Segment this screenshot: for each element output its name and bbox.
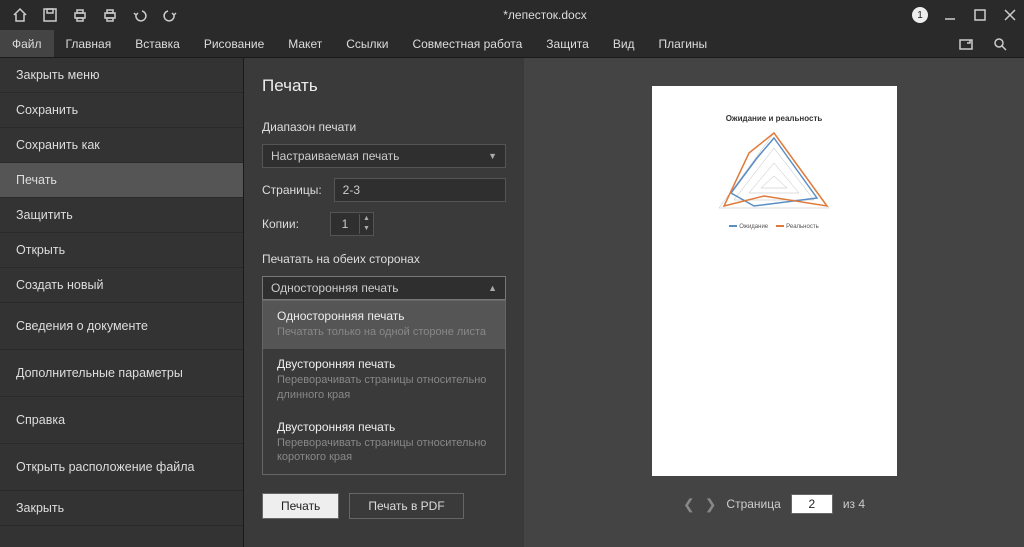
option-title: Двусторонняя печать	[277, 357, 491, 371]
next-page-icon[interactable]: ❯	[705, 496, 717, 513]
quick-access-toolbar	[6, 7, 178, 23]
pages-label: Страницы:	[262, 183, 322, 197]
sidebar-item-open[interactable]: Открыть	[0, 233, 243, 268]
save-icon[interactable]	[42, 7, 58, 23]
prev-page-icon[interactable]: ❮	[683, 496, 695, 513]
spinner-down-icon[interactable]: ▼	[360, 224, 373, 234]
sides-select[interactable]: Односторонняя печать ▲	[262, 276, 506, 300]
chart-legend: Ожидание Реальность	[652, 224, 897, 230]
page-navigator: ❮ ❯ Страница из 4	[683, 494, 865, 514]
chart-title: Ожидание и реальность	[652, 114, 897, 123]
sidebar-item-help[interactable]: Справка	[0, 397, 243, 444]
sidebar-item-close-menu[interactable]: Закрыть меню	[0, 58, 243, 93]
print-range-select[interactable]: Настраиваемая печать ▼	[262, 144, 506, 168]
sidebar-item-open-location[interactable]: Открыть расположение файла	[0, 444, 243, 491]
sidebar-item-save[interactable]: Сохранить	[0, 93, 243, 128]
window-controls: 1	[912, 7, 1018, 23]
tab-plugins[interactable]: Плагины	[647, 30, 720, 57]
pages-input[interactable]	[334, 178, 506, 202]
tab-file[interactable]: Файл	[0, 30, 54, 57]
menu-tabs: Файл Главная Вставка Рисование Макет Ссы…	[0, 30, 1024, 58]
spinner-up-icon[interactable]: ▲	[360, 214, 373, 224]
page-total: из 4	[843, 497, 865, 511]
quick-print-icon[interactable]	[102, 7, 118, 23]
document-title: *лепесток.docx	[178, 8, 912, 22]
tab-protect[interactable]: Защита	[534, 30, 601, 57]
preview-page: Ожидание и реальность Ожидание Реальност…	[652, 86, 897, 476]
print-range-value: Настраиваемая печать	[271, 149, 399, 163]
sidebar-item-save-as[interactable]: Сохранить как	[0, 128, 243, 163]
search-icon[interactable]	[992, 36, 1008, 52]
legend-item-2: Реальность	[776, 224, 819, 230]
option-subtitle: Переворачивать страницы относительно кор…	[277, 436, 491, 465]
sidebar-item-advanced[interactable]: Дополнительные параметры	[0, 350, 243, 397]
chevron-down-icon: ▼	[488, 151, 497, 161]
option-subtitle: Печатать только на одной стороне листа	[277, 325, 491, 339]
page-number-input[interactable]	[791, 494, 833, 514]
option-title: Односторонняя печать	[277, 309, 491, 323]
undo-icon[interactable]	[132, 7, 148, 23]
sidebar-item-close[interactable]: Закрыть	[0, 491, 243, 526]
file-menu-sidebar: Закрыть меню Сохранить Сохранить как Печ…	[0, 58, 244, 547]
close-icon[interactable]	[1002, 7, 1018, 23]
chevron-up-icon: ▲	[488, 283, 497, 293]
tab-view[interactable]: Вид	[601, 30, 647, 57]
option-title: Двусторонняя печать	[277, 420, 491, 434]
print-heading: Печать	[262, 76, 506, 96]
tab-references[interactable]: Ссылки	[334, 30, 400, 57]
minimize-icon[interactable]	[942, 7, 958, 23]
tab-collaboration[interactable]: Совместная работа	[400, 30, 534, 57]
sidebar-item-protect[interactable]: Защитить	[0, 198, 243, 233]
sides-value: Односторонняя печать	[271, 281, 399, 295]
print-preview: Ожидание и реальность Ожидание Реальност…	[524, 58, 1024, 547]
copies-input[interactable]	[331, 217, 359, 231]
sides-option-single[interactable]: Односторонняя печать Печатать только на …	[263, 301, 505, 349]
sidebar-item-print[interactable]: Печать	[0, 163, 243, 198]
sides-label: Печатать на обеих сторонах	[262, 252, 506, 266]
sidebar-item-info[interactable]: Сведения о документе	[0, 303, 243, 350]
page-label: Страница	[726, 497, 780, 511]
tab-home[interactable]: Главная	[54, 30, 124, 57]
copies-spinner[interactable]: ▲▼	[330, 212, 374, 236]
tab-insert[interactable]: Вставка	[123, 30, 192, 57]
print-pdf-button[interactable]: Печать в PDF	[349, 493, 463, 519]
home-icon[interactable]	[12, 7, 28, 23]
maximize-icon[interactable]	[972, 7, 988, 23]
open-location-icon[interactable]	[958, 36, 974, 52]
print-settings-panel: Печать Диапазон печати Настраиваемая печ…	[244, 58, 524, 547]
print-range-label: Диапазон печати	[262, 120, 506, 134]
option-subtitle: Переворачивать страницы относительно дли…	[277, 373, 491, 402]
tab-draw[interactable]: Рисование	[192, 30, 276, 57]
titlebar: *лепесток.docx 1	[0, 0, 1024, 30]
copies-label: Копии:	[262, 217, 318, 231]
sides-option-double-long[interactable]: Двусторонняя печать Переворачивать стран…	[263, 349, 505, 412]
tab-layout[interactable]: Макет	[276, 30, 334, 57]
print-icon[interactable]	[72, 7, 88, 23]
legend-item-1: Ожидание	[729, 224, 768, 230]
radar-chart	[709, 128, 839, 223]
user-badge[interactable]: 1	[912, 7, 928, 23]
redo-icon[interactable]	[162, 7, 178, 23]
sides-dropdown: Односторонняя печать Печатать только на …	[262, 300, 506, 475]
print-button[interactable]: Печать	[262, 493, 339, 519]
sides-option-double-short[interactable]: Двусторонняя печать Переворачивать стран…	[263, 412, 505, 475]
sidebar-item-new[interactable]: Создать новый	[0, 268, 243, 303]
